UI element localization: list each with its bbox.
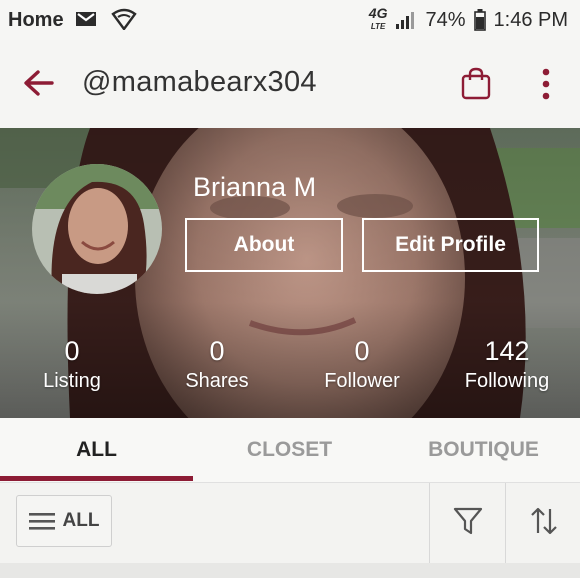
signal-icon [396, 12, 415, 29]
divider [505, 483, 506, 563]
avatar-image [32, 164, 162, 294]
tab-all[interactable]: ALL [0, 418, 193, 482]
profile-name: Brianna M [193, 172, 317, 202]
stat-label: Follower [324, 370, 400, 392]
tab-closet[interactable]: CLOSET [193, 418, 386, 482]
more-vert-icon[interactable] [536, 66, 556, 102]
shield-wifi-icon [111, 8, 137, 32]
profile-handle: @mamabearx304 [82, 66, 317, 98]
battery-icon [473, 9, 486, 31]
tab-bar: ALL CLOSET BOUTIQUE [0, 418, 580, 483]
stat-value: 0 [64, 336, 80, 366]
stat-shares[interactable]: 0 Shares [147, 336, 287, 394]
stat-value: 0 [209, 336, 225, 366]
category-all-button[interactable]: ALL [16, 495, 112, 547]
battery-percent: 74% [425, 8, 466, 31]
tab-boutique[interactable]: BOUTIQUE [387, 418, 580, 482]
network-indicator: 4G LTE [368, 5, 388, 32]
stat-listing[interactable]: 0 Listing [2, 336, 142, 394]
gmail-icon [76, 12, 97, 26]
status-right: 4G LTE 74% 1:46 PM [368, 5, 568, 32]
stat-value: 0 [354, 336, 370, 366]
filter-bar: ALL [0, 483, 580, 563]
category-all-label: ALL [62, 510, 100, 531]
network-sub: LTE [370, 22, 386, 31]
app-bar: @mamabearx304 [0, 40, 580, 128]
stat-value: 142 [484, 336, 530, 366]
content-area-edge [0, 563, 580, 578]
stat-label: Listing [43, 370, 101, 392]
stat-following[interactable]: 142 Following [437, 336, 577, 394]
stat-follower[interactable]: 0 Follower [292, 336, 432, 394]
stat-label: Following [464, 370, 550, 392]
filter-funnel-icon[interactable] [452, 505, 484, 537]
clock: 1:46 PM [493, 8, 568, 31]
edit-profile-button[interactable]: Edit Profile [362, 218, 539, 272]
status-bar: Home 4G LTE 74% 1:46 PM [0, 0, 580, 40]
divider [429, 483, 430, 563]
sort-arrows-icon[interactable] [528, 505, 560, 537]
status-carrier: Home [8, 8, 137, 32]
about-button[interactable]: About [185, 218, 343, 272]
status-home-label: Home [8, 9, 64, 31]
active-tab-indicator [0, 476, 193, 481]
shopping-bag-icon[interactable] [459, 66, 493, 100]
stat-label: Shares [185, 370, 249, 392]
arrow-back-icon[interactable] [22, 68, 56, 98]
profile-avatar[interactable] [32, 164, 162, 294]
menu-icon [28, 513, 55, 530]
network-type: 4G [368, 5, 388, 21]
